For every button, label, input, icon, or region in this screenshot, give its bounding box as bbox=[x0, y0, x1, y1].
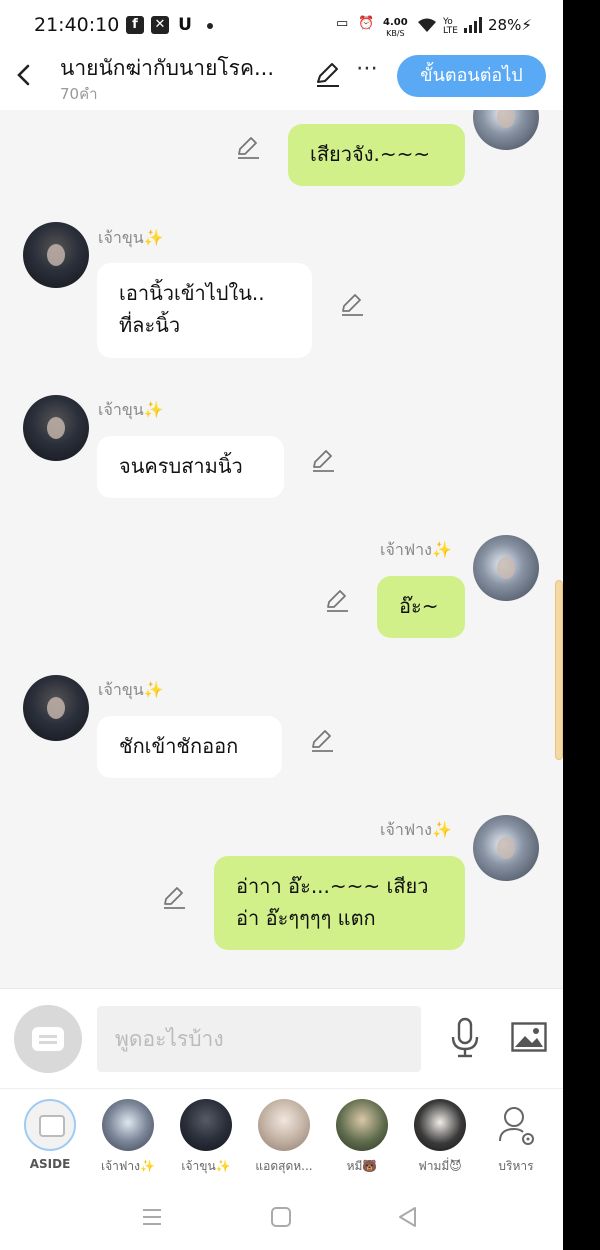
sparkle-icon: ✨ bbox=[431, 540, 452, 559]
character-fammy[interactable]: ฟามมี่😈 bbox=[407, 1099, 473, 1176]
u-app-icon: U bbox=[176, 16, 194, 34]
edit-message-button[interactable] bbox=[310, 447, 336, 473]
pencil-icon bbox=[342, 294, 363, 316]
edit-message-button[interactable] bbox=[309, 727, 335, 753]
aside-icon bbox=[32, 1027, 64, 1051]
avatar-jaofang[interactable] bbox=[473, 110, 539, 150]
home-icon[interactable] bbox=[269, 1205, 293, 1229]
message-bubble[interactable]: อ่าาา อ๊ะ...~~~ เสียว อ่า อ๊ะๆๆๆๆ แตก bbox=[214, 856, 465, 950]
system-nav-bar bbox=[0, 1183, 563, 1250]
avatar bbox=[102, 1099, 154, 1151]
sender-name: เจ้าฟาง✨ bbox=[380, 540, 452, 559]
message-input[interactable]: พูดอะไรบ้าง bbox=[97, 1006, 421, 1072]
character-admin[interactable]: แอดสุดห... bbox=[251, 1099, 317, 1176]
manage-characters-button[interactable]: บริหาร bbox=[483, 1099, 549, 1176]
status-time: 21:40:10 bbox=[34, 14, 120, 36]
facebook-icon: f bbox=[126, 16, 144, 34]
sparkle-icon: ✨ bbox=[143, 680, 164, 699]
story-header: นายนักฆ่ากับนายโรค... 70คำ ⋯ ขั้นตอนต่อไ… bbox=[0, 52, 563, 110]
message-bubble[interactable]: อ๊ะ~ bbox=[377, 576, 465, 638]
pencil-icon bbox=[327, 590, 348, 612]
sparkle-icon: ✨ bbox=[143, 400, 164, 419]
chevron-left-icon bbox=[17, 64, 30, 86]
message-bubble[interactable]: เสียวจัง.~~~ bbox=[288, 124, 465, 186]
pencil-icon bbox=[312, 730, 333, 752]
sender-name: เจ้าขุน✨ bbox=[98, 400, 164, 419]
status-bar: 21:40:10 f ✕ U ▭ ⏰ 4.00 KB/S Yo LTE 28%⚡ bbox=[0, 0, 563, 52]
wifi-icon bbox=[417, 16, 437, 38]
user-settings-icon bbox=[490, 1099, 542, 1151]
back-button[interactable] bbox=[12, 60, 36, 90]
alarm-icon: ⏰ bbox=[358, 16, 375, 31]
avatar bbox=[336, 1099, 388, 1151]
message-composer: พูดอะไรบ้าง bbox=[0, 988, 563, 1088]
more-options-icon[interactable]: ⋯ bbox=[356, 56, 379, 81]
sparkle-icon: ✨ bbox=[431, 820, 452, 839]
pencil-icon bbox=[164, 887, 185, 909]
edit-message-button[interactable] bbox=[324, 587, 350, 613]
character-jaofang[interactable]: เจ้าฟาง✨ bbox=[95, 1099, 161, 1176]
signal-icon bbox=[463, 16, 483, 38]
next-step-button[interactable]: ขั้นตอนต่อไป bbox=[397, 55, 546, 97]
edit-message-button[interactable] bbox=[339, 291, 365, 317]
avatar-jaofang[interactable] bbox=[473, 535, 539, 601]
image-icon[interactable] bbox=[511, 1022, 547, 1052]
screen-edge bbox=[563, 0, 600, 1250]
pencil-icon bbox=[313, 450, 334, 472]
pencil-icon bbox=[317, 63, 339, 87]
app-screen: 21:40:10 f ✕ U ▭ ⏰ 4.00 KB/S Yo LTE 28%⚡… bbox=[0, 0, 563, 1250]
edit-message-button[interactable] bbox=[161, 884, 187, 910]
message-bubble[interactable]: จนครบสามนิ้ว bbox=[97, 436, 284, 498]
avatar-jaokhun[interactable] bbox=[23, 395, 89, 461]
scrollbar-thumb[interactable] bbox=[555, 580, 563, 760]
app-notification-icon: ✕ bbox=[151, 16, 169, 34]
recent-apps-icon[interactable] bbox=[140, 1205, 164, 1229]
chat-area[interactable]: เสียวจัง.~~~ เจ้าขุน✨ เอานิ้วเข้าไปใน.. … bbox=[0, 110, 563, 988]
character-selector: ASIDE เจ้าฟาง✨ เจ้าขุน✨ แอดสุดห... หมี🐻 … bbox=[0, 1088, 563, 1183]
edit-message-button[interactable] bbox=[235, 134, 261, 160]
message-bubble[interactable]: ชักเข้าชักออก bbox=[97, 716, 282, 778]
sender-name: เจ้าขุน✨ bbox=[98, 680, 164, 699]
more-notifications-dot bbox=[207, 23, 213, 29]
volte-indicator: Yo LTE bbox=[443, 17, 458, 36]
avatar-jaokhun[interactable] bbox=[23, 222, 89, 288]
back-nav-icon[interactable] bbox=[396, 1205, 420, 1229]
word-count: 70คำ bbox=[60, 85, 98, 103]
avatar bbox=[258, 1099, 310, 1151]
character-mee[interactable]: หมี🐻 bbox=[329, 1099, 395, 1176]
avatar bbox=[180, 1099, 232, 1151]
avatar-jaofang[interactable] bbox=[473, 815, 539, 881]
microphone-icon[interactable] bbox=[449, 1017, 481, 1059]
pencil-icon bbox=[238, 137, 259, 159]
message-bubble[interactable]: เอานิ้วเข้าไปใน.. ที่ละนิ้ว bbox=[97, 263, 312, 358]
sender-name: เจ้าขุน✨ bbox=[98, 228, 164, 247]
story-title: นายนักฆ่ากับนายโรค... bbox=[60, 56, 275, 80]
aside-icon bbox=[24, 1099, 76, 1151]
cast-icon: ▭ bbox=[336, 16, 349, 31]
avatar bbox=[414, 1099, 466, 1151]
battery-level: 28%⚡ bbox=[488, 16, 532, 34]
avatar-jaokhun[interactable] bbox=[23, 675, 89, 741]
edit-title-button[interactable] bbox=[314, 60, 342, 88]
character-aside[interactable]: ASIDE bbox=[17, 1099, 83, 1171]
character-jaokhun[interactable]: เจ้าขุน✨ bbox=[173, 1099, 239, 1176]
charging-icon: ⚡ bbox=[521, 16, 532, 34]
network-speed: 4.00 KB/S bbox=[383, 17, 408, 38]
aside-toggle-button[interactable] bbox=[14, 1005, 82, 1073]
sender-name: เจ้าฟาง✨ bbox=[380, 820, 452, 839]
sparkle-icon: ✨ bbox=[143, 228, 164, 247]
